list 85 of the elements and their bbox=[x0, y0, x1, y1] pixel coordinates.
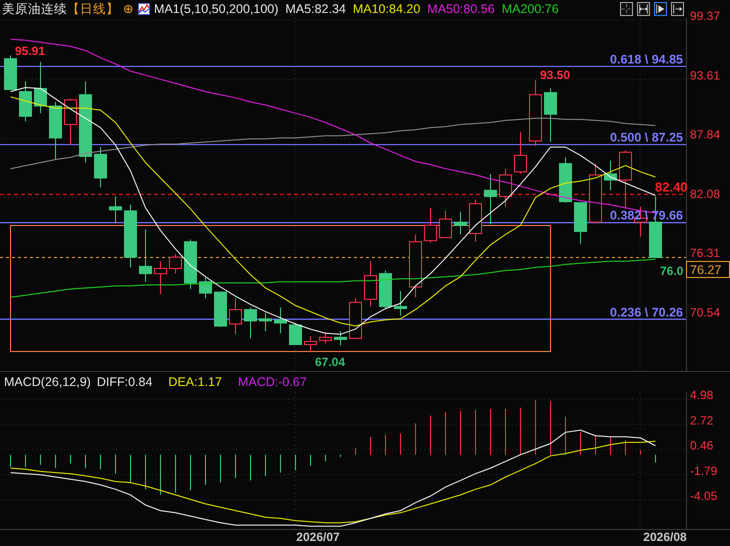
macd-axis-label: 2.72 bbox=[690, 413, 714, 428]
candlestick bbox=[244, 307, 257, 339]
price-marker-label: 93.50 bbox=[540, 68, 570, 82]
ref-line-label: 76.27 bbox=[690, 262, 722, 277]
period-label: 【日线】 bbox=[67, 1, 119, 18]
candlestick bbox=[544, 88, 557, 142]
candlestick bbox=[109, 196, 122, 224]
candlestick bbox=[484, 173, 497, 225]
macd-legend-label: MACD(26,12,9) bbox=[4, 374, 91, 391]
fibonacci-label: 0.618 \ 94.85 bbox=[610, 52, 683, 66]
arrow-bar-icon bbox=[672, 3, 683, 15]
candlestick bbox=[139, 228, 152, 282]
macd-axis-label: -4.05 bbox=[690, 489, 718, 504]
moving-average-value: MA10:84.20 bbox=[352, 1, 420, 18]
candlestick bbox=[154, 260, 167, 295]
candlestick bbox=[214, 292, 227, 328]
candlestick bbox=[334, 330, 347, 346]
candlestick bbox=[529, 80, 542, 147]
line-chart-icon[interactable] bbox=[138, 3, 150, 15]
fibonacci-label: 0.236 \ 70.26 bbox=[610, 305, 683, 320]
moving-average-value: MA5:82.34 bbox=[285, 1, 346, 18]
price-axis-label: 70.54 bbox=[690, 306, 720, 320]
price-marker-label: 67.04 bbox=[315, 355, 346, 369]
candlestick bbox=[64, 98, 77, 146]
moving-average-value: MA50:80.56 bbox=[427, 1, 495, 18]
candlestick bbox=[184, 239, 197, 290]
price-axis-label: 93.61 bbox=[690, 68, 720, 82]
candlestick bbox=[289, 322, 302, 346]
candlestick bbox=[94, 146, 107, 188]
candlestick bbox=[259, 312, 272, 332]
range-button[interactable] bbox=[637, 2, 650, 16]
crosshair-icon bbox=[621, 3, 632, 15]
price-marker-label: 76.0 bbox=[660, 264, 684, 278]
candlestick bbox=[619, 150, 632, 210]
candlestick bbox=[169, 254, 182, 274]
candlestick bbox=[409, 234, 422, 298]
price-axis-label: 99.37 bbox=[690, 9, 720, 24]
candlestick bbox=[34, 61, 47, 114]
macd-axis-label: 0.46 bbox=[690, 438, 714, 453]
macd-legend-label: DIFF:0.84 bbox=[96, 374, 152, 391]
range-icon bbox=[638, 3, 649, 15]
candlestick bbox=[19, 80, 32, 122]
price-line-label: 82.40 bbox=[655, 179, 688, 194]
price-axis-label: 76.31 bbox=[690, 246, 720, 260]
candlestick bbox=[229, 298, 242, 335]
macd-axis-label: -1.79 bbox=[690, 464, 718, 478]
candlestick bbox=[394, 290, 407, 316]
candlestick bbox=[439, 210, 452, 238]
candlestick bbox=[424, 207, 437, 244]
candlestick bbox=[469, 199, 482, 242]
crosshair-button[interactable] bbox=[620, 2, 633, 16]
candlestick bbox=[349, 298, 362, 339]
symbol-title: 美原油连续 bbox=[2, 1, 67, 18]
macd-axis-label: 4.98 bbox=[690, 388, 714, 402]
candlestick bbox=[499, 168, 512, 208]
candlestick bbox=[124, 204, 137, 268]
candlestick bbox=[304, 336, 317, 353]
candlestick bbox=[514, 131, 527, 174]
price-axis-label: 82.08 bbox=[690, 186, 720, 201]
candlestick bbox=[379, 270, 392, 310]
current-price-tag: 76.27 bbox=[686, 260, 730, 278]
candlestick bbox=[454, 211, 467, 236]
price-axis-label: 87.84 bbox=[690, 128, 720, 142]
shift-button[interactable] bbox=[671, 2, 684, 16]
date-label: 2026/08 bbox=[643, 530, 687, 544]
candlestick bbox=[559, 156, 572, 204]
candlestick bbox=[589, 163, 602, 223]
candlestick bbox=[274, 307, 287, 334]
candlestick bbox=[574, 202, 587, 244]
candlestick bbox=[4, 55, 17, 90]
candlestick bbox=[49, 101, 62, 160]
moving-average-value: MA200:76 bbox=[502, 1, 559, 18]
candlestick bbox=[319, 332, 332, 344]
candlestick bbox=[199, 277, 212, 299]
date-label: 2026/07 bbox=[296, 530, 340, 544]
fibonacci-label: 0.500 \ 87.25 bbox=[610, 130, 683, 145]
play-icon bbox=[655, 3, 666, 15]
indicator-label: MA1(5,10,50,200,100) bbox=[154, 1, 278, 18]
add-symbol-button[interactable]: ⊕ bbox=[123, 0, 134, 18]
candlestick bbox=[364, 260, 377, 307]
macd-legend-label: MACD:-0.67 bbox=[238, 374, 307, 391]
price-marker-label: 95.91 bbox=[15, 44, 46, 58]
play-button[interactable] bbox=[654, 2, 667, 16]
macd-legend-label: DEA:1.17 bbox=[168, 374, 222, 391]
candlestick bbox=[604, 160, 617, 191]
